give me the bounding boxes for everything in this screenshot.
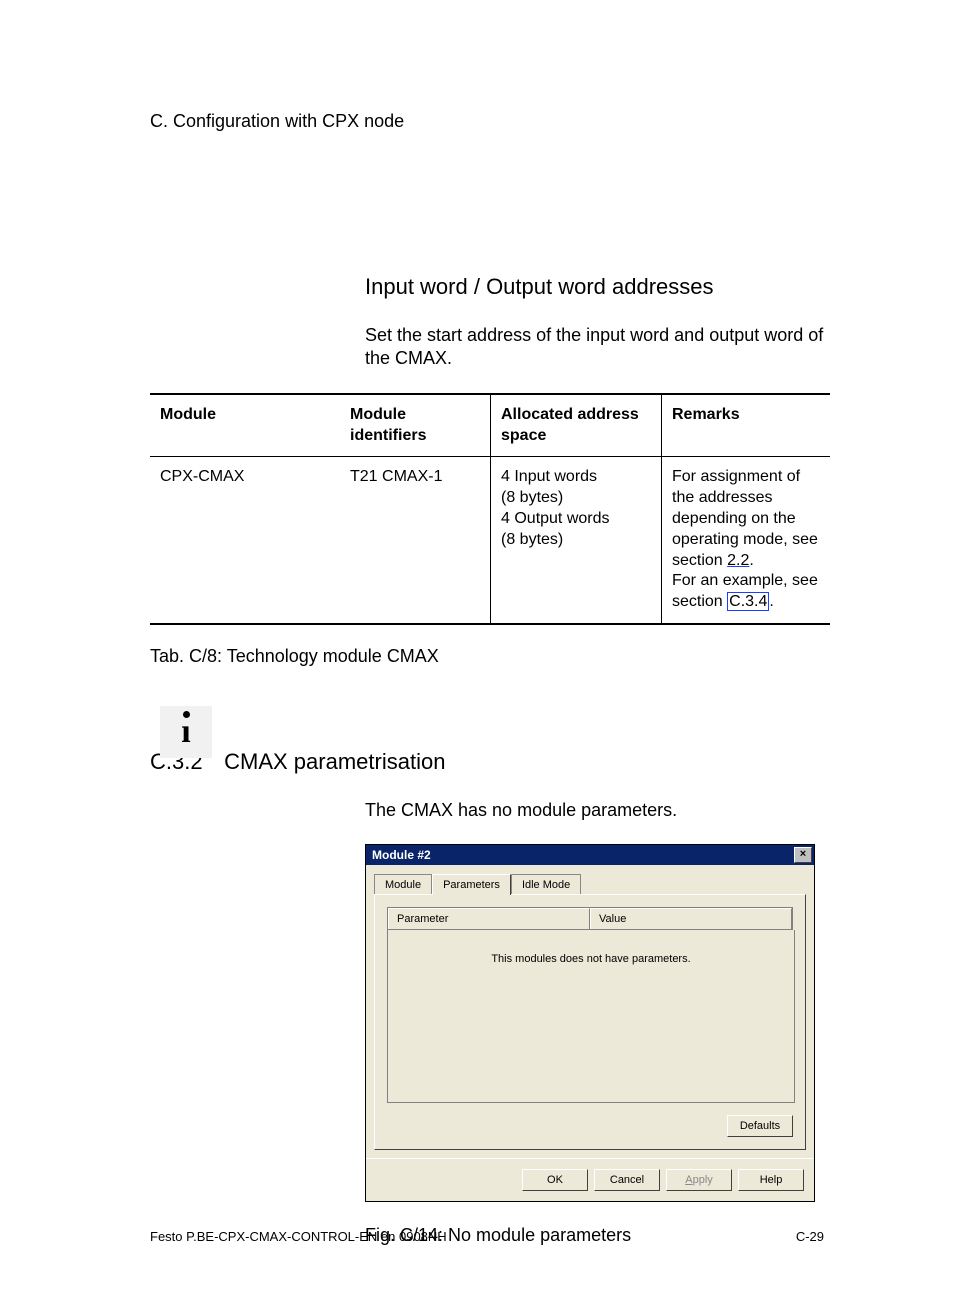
footer-left: Festo P.BE-CPX-CMAX-CONTROL-EN en 0908NH xyxy=(150,1229,447,1246)
tab-idle-mode[interactable]: Idle Mode xyxy=(511,874,581,894)
footer-page-number: C-29 xyxy=(796,1229,824,1246)
tab-parameters[interactable]: Parameters xyxy=(432,874,511,894)
info-icon: ı xyxy=(160,706,212,758)
cell-module: CPX-CMAX xyxy=(150,457,340,624)
io-description: Set the start address of the input word … xyxy=(365,324,824,371)
dialog-titlebar: Module #2 × xyxy=(366,845,814,865)
defaults-button[interactable]: Defaults xyxy=(727,1115,793,1137)
c32-body: The CMAX has no module parameters. xyxy=(365,799,824,822)
cell-remarks: For assignment of the addresses dependin… xyxy=(662,457,831,624)
table-row: CPX-CMAX T21 CMAX-1 4 Input words (8 byt… xyxy=(150,457,830,624)
col-value[interactable]: Value xyxy=(590,908,792,929)
chapter-label: C. Configuration with CPX node xyxy=(150,110,824,133)
col-parameter[interactable]: Parameter xyxy=(388,908,590,929)
th-identifiers: Module identifiers xyxy=(340,394,491,457)
close-icon[interactable]: × xyxy=(794,847,812,863)
param-empty-message: This modules does not have parameters. xyxy=(387,930,795,1103)
module-dialog: Module #2 × Module Parameters Idle Mode … xyxy=(365,844,815,1202)
th-remarks: Remarks xyxy=(662,394,831,457)
ref-2-2[interactable]: 2.2 xyxy=(727,552,749,569)
param-header: Parameter Value xyxy=(387,907,793,930)
dialog-button-row: OK Cancel Apply Help xyxy=(366,1158,814,1201)
section-title: CMAX parametrisation xyxy=(224,749,445,774)
tab-row: Module Parameters Idle Mode xyxy=(374,873,806,893)
tab-module[interactable]: Module xyxy=(374,874,432,894)
ref-c34[interactable]: C.3.4 xyxy=(727,592,769,611)
cell-identifiers: T21 CMAX-1 xyxy=(340,457,491,624)
module-table: Module Module identifiers Allocated addr… xyxy=(150,393,830,625)
th-space: Allocated address space xyxy=(491,394,662,457)
apply-button[interactable]: Apply xyxy=(666,1169,732,1191)
dialog-title: Module #2 xyxy=(372,848,431,864)
help-button[interactable]: Help xyxy=(738,1169,804,1191)
tab-pane: Parameter Value This modules does not ha… xyxy=(374,894,806,1150)
th-module: Module xyxy=(150,394,340,457)
table-caption: Tab. C/8: Technology module CMAX xyxy=(150,645,824,668)
cancel-button[interactable]: Cancel xyxy=(594,1169,660,1191)
io-heading: Input word / Output word addresses xyxy=(365,273,824,302)
ok-button[interactable]: OK xyxy=(522,1169,588,1191)
cell-space: 4 Input words (8 bytes) 4 Output words (… xyxy=(491,457,662,624)
